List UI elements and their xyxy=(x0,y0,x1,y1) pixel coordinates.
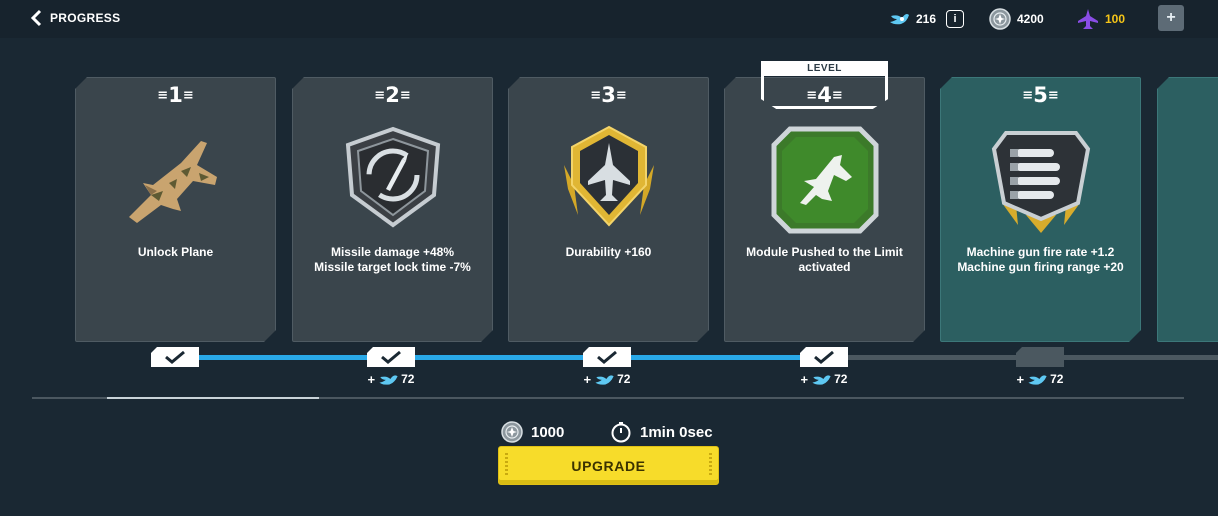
level-number: ≡3≡ xyxy=(590,83,627,107)
timer-icon xyxy=(611,422,631,443)
card-description: Durability +160 xyxy=(565,245,652,259)
chevron-left-icon xyxy=(30,9,42,27)
durability-emblem-icon xyxy=(554,125,664,235)
reward-2: + 72 xyxy=(367,371,415,387)
level-number: ≡5≡ xyxy=(1022,83,1059,107)
check-icon xyxy=(381,350,401,364)
upgrade-button[interactable]: UPGRADE xyxy=(498,446,719,485)
purple-jet-icon xyxy=(1078,9,1098,29)
cost-amount: 1000 xyxy=(531,423,565,441)
milestone-node-2 xyxy=(367,347,415,367)
level-number: ≡2≡ xyxy=(374,83,411,107)
fuel-icon xyxy=(1028,375,1047,385)
milestone-node-4 xyxy=(800,347,848,367)
missile-emblem-icon xyxy=(338,125,448,235)
fuel-icon xyxy=(379,375,398,385)
level-cards: ≡1≡ Unlock Plane ≡2≡ Missile damage +48%… xyxy=(0,77,1218,343)
fuel-icon xyxy=(595,375,614,385)
level-number: ≡1≡ xyxy=(157,83,194,107)
upgrade-time: 1min 0sec xyxy=(610,421,713,443)
level-card-4[interactable]: ≡4≡ Module Pushed to the Limit activated xyxy=(724,77,925,342)
level-label: LEVEL xyxy=(761,61,888,76)
silver-coin-icon xyxy=(989,8,1011,30)
add-currency-button[interactable]: + xyxy=(1158,5,1184,31)
silver-currency: 4200 xyxy=(989,8,1044,30)
level-card-2[interactable]: ≡2≡ Missile damage +48% Missile target l… xyxy=(292,77,493,342)
reward-4: + 72 xyxy=(800,371,848,387)
progress-track xyxy=(0,347,1218,367)
fuel-icon xyxy=(890,14,909,25)
card-description: Unlock Plane xyxy=(137,245,214,259)
check-icon xyxy=(597,350,617,364)
reward-5: + 72 xyxy=(1016,371,1064,387)
milestone-node-3 xyxy=(583,347,631,367)
card-description: Missile damage +48% Missile target lock … xyxy=(314,245,471,274)
camo-jet-icon xyxy=(121,125,231,235)
back-button[interactable]: PROGRESS xyxy=(30,9,120,27)
current-level-banner: LEVEL xyxy=(761,61,888,109)
top-bar: PROGRESS 216 i 4200 100 + xyxy=(0,0,1218,38)
level-card-1[interactable]: ≡1≡ Unlock Plane xyxy=(75,77,276,342)
upgrade-cost: 1000 xyxy=(501,421,564,443)
level-card-5[interactable]: ≡5≡ Machine gun fire rate +1.2 Machine g… xyxy=(940,77,1141,342)
premium-currency: 100 xyxy=(1077,8,1125,30)
check-icon xyxy=(165,350,185,364)
milestone-node-5 xyxy=(1016,347,1064,367)
reward-3: + 72 xyxy=(583,371,631,387)
silver-coin-icon xyxy=(501,421,523,443)
fuel-currency: 216 i xyxy=(888,8,965,30)
card-description: Module Pushed to the Limit activated xyxy=(746,245,903,274)
page-title: PROGRESS xyxy=(50,11,121,25)
time-amount: 1min 0sec xyxy=(640,423,713,441)
card-description: Machine gun fire rate +1.2 Machine gun f… xyxy=(957,245,1124,274)
milestone-node-1 xyxy=(151,347,199,367)
scrollbar-thumb[interactable] xyxy=(107,397,319,399)
check-icon xyxy=(814,350,834,364)
machine-gun-emblem-icon xyxy=(986,125,1096,235)
level-frame xyxy=(761,76,888,109)
info-button[interactable]: i xyxy=(946,10,965,28)
level-card-6-partial[interactable] xyxy=(1157,77,1218,342)
module-jet-emblem-icon xyxy=(770,125,880,235)
fuel-icon xyxy=(812,375,831,385)
progress-filled xyxy=(175,355,825,360)
level-card-3[interactable]: ≡3≡ Durability +160 xyxy=(508,77,709,342)
